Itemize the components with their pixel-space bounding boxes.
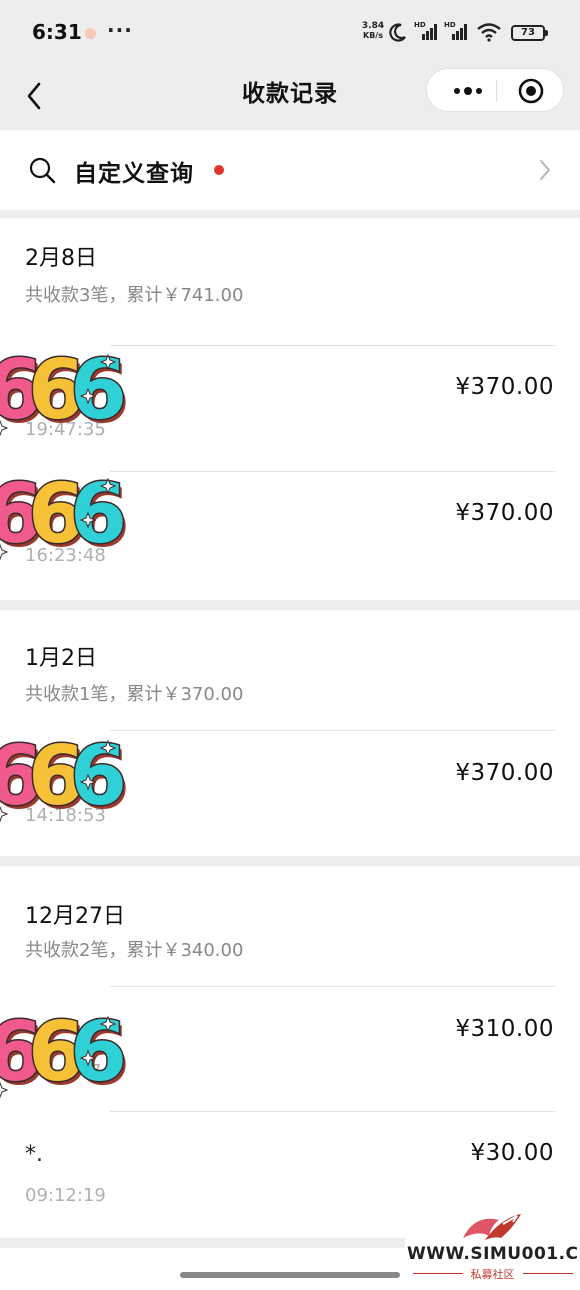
network-speed-value: 3.84 <box>361 21 385 31</box>
record-time: 09:12:19 <box>25 1185 106 1206</box>
record-amount: ¥370.00 <box>455 374 554 400</box>
more-dots-icon <box>454 87 482 95</box>
nav-bar: 收款记录 <box>0 64 580 126</box>
sticker-666-image: 666666 <box>0 1004 130 1104</box>
capsule-divider <box>496 80 497 102</box>
signal-1-icon: HD <box>414 21 437 40</box>
status-time: 6:31 <box>32 20 82 44</box>
capsule-more-button[interactable] <box>441 69 495 111</box>
svg-text:6: 6 <box>70 1005 127 1100</box>
record-amount: ¥370.00 <box>455 500 554 526</box>
group-date: 1月2日 <box>25 646 97 671</box>
wifi-icon <box>477 23 501 42</box>
network-speed-unit: KB/s <box>363 31 383 40</box>
network-speed: 3.84 KB/s <box>360 21 386 41</box>
group-date: 12月27日 <box>25 904 125 929</box>
custom-query-row[interactable]: 自定义查询 <box>0 130 580 210</box>
sticker-666-image: 666666 <box>0 728 130 828</box>
record-amount: ¥30.00 <box>470 1140 554 1166</box>
signal-2-icon: HD <box>444 21 467 40</box>
record-amount: ¥310.00 <box>455 1016 554 1042</box>
search-icon <box>29 157 56 184</box>
chevron-right-icon <box>540 160 550 180</box>
svg-text:6: 6 <box>70 343 127 438</box>
status-more-icon: ··· <box>107 18 133 42</box>
watermark-subtitle: 私募社区 <box>470 1268 515 1281</box>
custom-query-label: 自定义查询 <box>74 161 194 187</box>
page: 6:31 ··· 3.84 KB/s HD HD 73 收款记录 自定义查询 2… <box>0 0 580 1290</box>
svg-text:6: 6 <box>70 729 127 824</box>
group-summary: 共收款3笔，累计￥741.00 <box>25 285 244 306</box>
group-summary: 共收款1笔，累计￥370.00 <box>25 684 244 705</box>
home-indicator[interactable] <box>180 1272 400 1278</box>
record-payer-name: *. <box>25 1142 43 1167</box>
group-summary: 共收款2笔，累计￥340.00 <box>25 940 244 961</box>
sticker-666-image: 666666 <box>0 466 130 566</box>
svg-text:HD: HD <box>414 21 426 29</box>
record-amount: ¥370.00 <box>455 760 554 786</box>
divider <box>110 730 555 731</box>
watermark-line-right <box>523 1273 573 1274</box>
notification-dot-icon <box>85 28 96 39</box>
group-date: 2月8日 <box>25 246 97 271</box>
watermark-text: WWW.SIMU001.CN <box>407 1244 580 1264</box>
moon-icon <box>389 23 406 42</box>
status-bar: 6:31 ··· 3.84 KB/s HD HD 73 <box>0 0 580 64</box>
capsule-close-button[interactable] <box>515 75 547 107</box>
battery-level: 73 <box>521 27 535 38</box>
sticker-666-image: 666666 <box>0 342 130 442</box>
watermark-logo-icon <box>463 1214 521 1240</box>
battery-icon: 73 <box>511 25 548 41</box>
target-close-icon <box>518 78 544 104</box>
svg-text:6: 6 <box>70 467 127 562</box>
svg-text:HD: HD <box>444 21 456 29</box>
divider <box>110 986 555 987</box>
watermark: WWW.SIMU001.CN 私募社区 <box>405 1208 580 1286</box>
mini-program-capsule <box>426 68 564 112</box>
new-badge-dot <box>214 165 224 175</box>
